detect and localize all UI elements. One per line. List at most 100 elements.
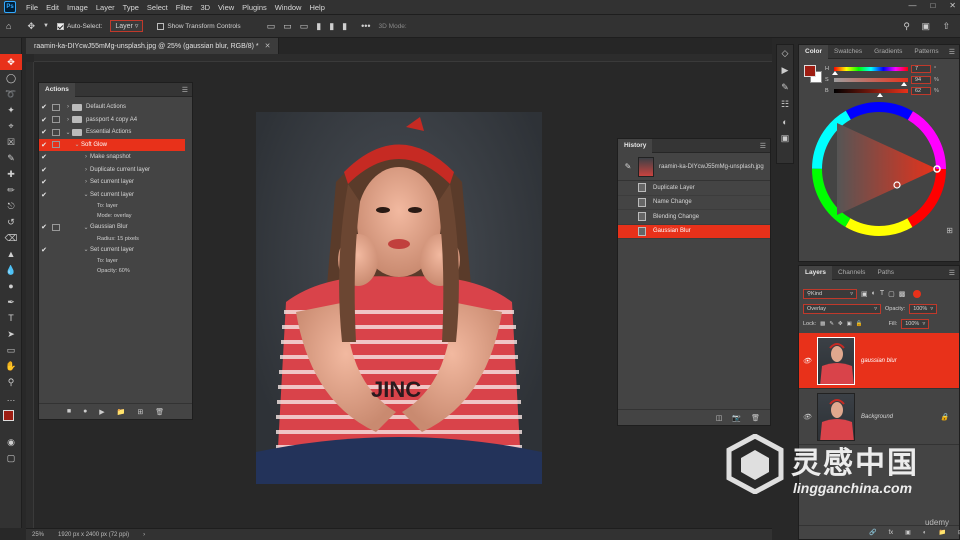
slider-track[interactable] [834, 77, 908, 86]
share-icon[interactable]: ⇧ [942, 21, 950, 32]
tab-history[interactable]: History [618, 138, 653, 153]
toggle-item-check-icon[interactable]: ✔ [39, 178, 49, 186]
filter-adjustment-icon[interactable]: ◐ [872, 290, 876, 297]
blur-tool-icon[interactable]: 💧 [0, 262, 22, 278]
history-brush-tool-icon[interactable]: ↺ [0, 214, 22, 230]
lock-pixels-icon[interactable]: ✎ [829, 321, 834, 327]
crop-tool-icon[interactable]: ⌖ [0, 118, 22, 134]
history-snapshot[interactable]: ✎ raamin-ka-DIYcwJ55mMg-unsplash.jpg [618, 153, 770, 181]
action-row[interactable]: ✔ ⌄ Set current layer [39, 189, 192, 202]
toggle-dialog-icon[interactable] [52, 154, 60, 161]
expand-icon[interactable]: ⊞ [946, 226, 953, 235]
move-tool-icon[interactable]: ✥ [27, 21, 35, 32]
screen-mode-icon[interactable]: ▢ [0, 450, 22, 466]
fill-field[interactable]: 100% ▿ [901, 318, 930, 329]
close-tab-icon[interactable]: ✕ [265, 42, 271, 50]
chevron-right-icon[interactable]: › [64, 104, 72, 110]
chevron-down-icon[interactable]: ⌄ [82, 224, 90, 231]
brush-settings-icon[interactable]: ✎ [777, 79, 793, 96]
slider-value-field[interactable]: 94 [911, 75, 931, 84]
panel-menu-icon[interactable]: ☰ [760, 142, 766, 150]
filter-pixel-icon[interactable]: ▣ [861, 290, 868, 298]
color-wheel[interactable] [809, 99, 949, 239]
menu-select[interactable]: Select [143, 3, 172, 12]
adjustments-icon[interactable]: ◇ [777, 45, 793, 62]
menu-plugins[interactable]: Plugins [238, 3, 271, 12]
blend-mode-dropdown[interactable]: Overlay ▿ [803, 303, 881, 314]
path-select-tool-icon[interactable]: ➤ [0, 326, 22, 342]
dodge-tool-icon[interactable]: ● [0, 278, 22, 294]
menu-image[interactable]: Image [63, 3, 92, 12]
action-row[interactable]: ✔ ⌄ Gaussian Blur [39, 221, 192, 234]
adjustment-layer-icon[interactable]: ◐ [923, 530, 927, 536]
align-top-icon[interactable]: ▮ [316, 21, 321, 32]
new-action-icon[interactable]: ⊞ [137, 408, 143, 416]
camera-icon[interactable]: 📷 [732, 414, 741, 422]
toggle-dialog-icon[interactable] [52, 191, 60, 198]
action-row[interactable]: ✔ ⌄ Set current layer [39, 244, 192, 257]
chevron-down-icon[interactable]: ⌄ [73, 141, 81, 148]
saturation-triangle[interactable] [837, 123, 937, 215]
new-set-icon[interactable]: 📁 [117, 408, 126, 416]
clone-stamp-tool-icon[interactable]: ⎋ [0, 198, 22, 214]
visibility-eye-icon[interactable]: 👁 [799, 357, 815, 365]
align-left-icon[interactable]: ▭ [267, 21, 276, 32]
toggle-item-check-icon[interactable]: ✔ [39, 153, 49, 161]
history-panel-icon[interactable]: ☷ [777, 96, 793, 113]
home-icon[interactable]: ⌂ [6, 21, 11, 31]
slider-thumb[interactable] [900, 81, 907, 86]
toggle-item-check-icon[interactable]: ✔ [39, 223, 49, 231]
toggle-dialog-icon[interactable] [52, 246, 60, 253]
zoom-level[interactable]: 25% [32, 532, 44, 538]
actions-panel-icon[interactable]: ▶ [777, 62, 793, 79]
color-swatches[interactable] [0, 406, 22, 434]
stop-icon[interactable]: ■ [67, 408, 71, 415]
more-options-icon[interactable]: ••• [361, 21, 370, 31]
action-row[interactable]: ✔ › Make snapshot [39, 151, 192, 164]
chevron-down-icon[interactable]: ⌄ [82, 191, 90, 198]
slider-thumb[interactable] [832, 70, 839, 75]
panel-menu-icon[interactable]: ☰ [949, 269, 955, 277]
action-row[interactable]: ✔ › passport 4 copy A4 [39, 114, 192, 127]
record-icon[interactable]: ● [83, 408, 87, 415]
lasso-tool-icon[interactable]: ➰ [0, 86, 22, 102]
eyedropper-tool-icon[interactable]: ✎ [0, 150, 22, 166]
history-state[interactable]: Duplicate Layer [618, 181, 770, 196]
toggle-item-check-icon[interactable]: ✔ [39, 246, 49, 254]
slider-track[interactable] [834, 88, 908, 97]
filter-shape-icon[interactable]: ▢ [888, 290, 895, 298]
chevron-right-icon[interactable]: › [82, 179, 90, 185]
action-row[interactable]: ✔ › Duplicate current layer [39, 164, 192, 177]
libraries-icon[interactable]: ▣ [777, 130, 793, 147]
align-right-icon[interactable]: ▭ [300, 21, 309, 32]
hand-tool-icon[interactable]: ✋ [0, 358, 22, 374]
menu-view[interactable]: View [214, 3, 238, 12]
layer-filter-dropdown[interactable]: ⚲ Kind ▿ [803, 288, 857, 299]
align-bottom-icon[interactable]: ▮ [342, 21, 347, 32]
maximize-icon[interactable]: □ [930, 1, 935, 10]
marquee-tool-icon[interactable]: ◯ [0, 70, 22, 86]
tab-color[interactable]: Color [799, 44, 828, 59]
layer-lock-icon[interactable]: 🔒 [940, 413, 949, 421]
menu-type[interactable]: Type [119, 3, 143, 12]
properties-icon[interactable]: ◐ [777, 113, 793, 130]
history-state[interactable]: Name Change [618, 196, 770, 210]
menu-3d[interactable]: 3D [196, 3, 214, 12]
show-transform-checkbox[interactable]: Show Transform Controls [157, 22, 241, 30]
search-icon[interactable]: ⚲ [903, 21, 910, 32]
rectangle-tool-icon[interactable]: ▭ [0, 342, 22, 358]
layer-style-icon[interactable]: fx [888, 530, 893, 536]
eraser-tool-icon[interactable]: ⌫ [0, 230, 22, 246]
history-state[interactable]: Blending Change [618, 210, 770, 225]
chevron-right-icon[interactable]: › [64, 117, 72, 123]
quick-mask-icon[interactable]: ◉ [0, 434, 22, 450]
foreground-color-swatch[interactable] [804, 65, 816, 77]
toggle-item-check-icon[interactable]: ✔ [39, 166, 49, 174]
chevron-right-icon[interactable]: › [82, 154, 90, 160]
layer-mask-icon[interactable]: ▣ [905, 529, 911, 536]
slider-value-field[interactable]: 62 [911, 86, 931, 95]
action-row[interactable]: ✔ ⌄ Essential Actions [39, 126, 192, 139]
lock-position-icon[interactable]: ✥ [838, 321, 843, 327]
minimize-icon[interactable]: — [908, 1, 916, 10]
toggle-dialog-icon[interactable] [52, 223, 60, 231]
